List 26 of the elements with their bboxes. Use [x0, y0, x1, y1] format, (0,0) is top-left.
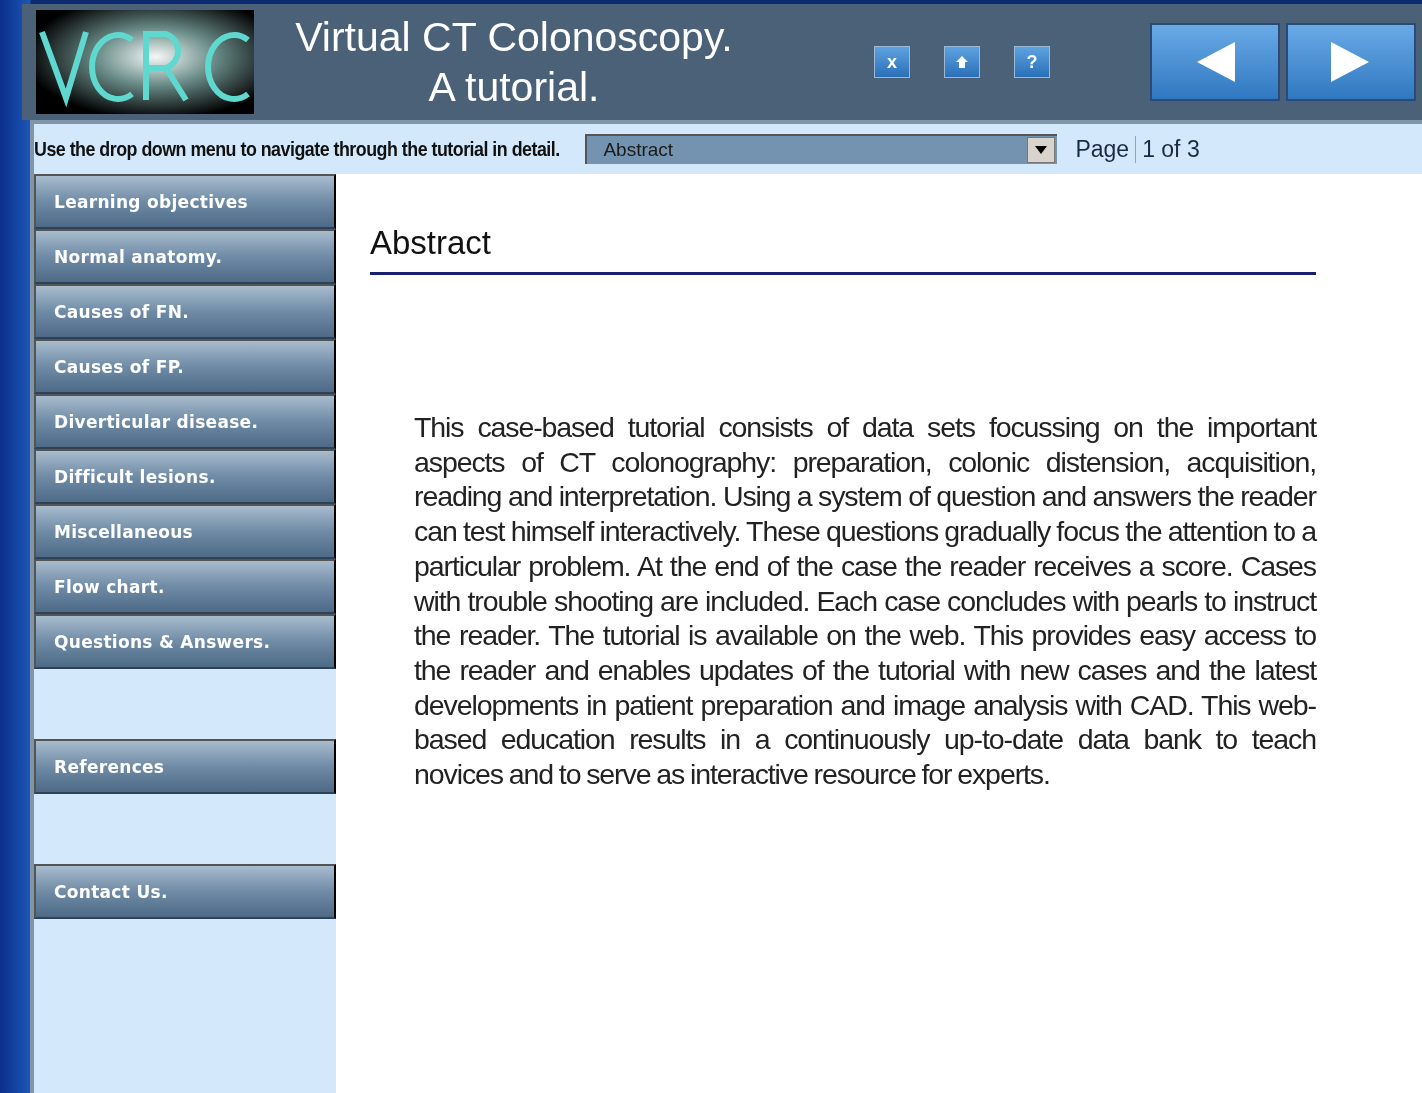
- close-button[interactable]: x: [874, 46, 910, 78]
- section-dropdown[interactable]: Abstract: [585, 134, 1058, 164]
- abstract-paragraph: This case-based tutorial consists of data sets focussing on the important aspects of CT colonography: preparation, colonic distension, acquisition, reading and interpretation. Using a system of question and answers the reader can test himself interactively. These questions gradually focus the attention to a particular problem. At the end of the case the reader receives a score. Cases with trouble shooting are included. Each case concludes with pearls to instruct the reader. The tutorial is available on the web. This provides easy access to the reader and enables updates of the tutorial with new cases and the latest developments in patient preparation and image analysis with CAD. This web-based education results in a continuously up-to-date data bank to teach novices and to serve as interactive resource for experts.: [414, 410, 1316, 792]
- sidebar-item[interactable]: Miscellaneous: [34, 504, 336, 559]
- sidebar-item[interactable]: References: [34, 739, 336, 794]
- title-text: Virtual CT Colonoscopy.: [295, 13, 733, 62]
- page-number: 1 of 3: [1135, 135, 1200, 163]
- sidebar-item[interactable]: Causes of FP.: [34, 339, 336, 394]
- sidebar-item[interactable]: Difficult lesions.: [34, 449, 336, 504]
- sidebar-item[interactable]: Contact Us.: [34, 864, 336, 919]
- sidebar-item[interactable]: Diverticular disease.: [34, 394, 336, 449]
- instruction-text: Use the drop down menu to navigate through the tutorial in detail.: [34, 137, 560, 161]
- sidebar-item[interactable]: Flow chart.: [34, 559, 336, 614]
- help-button[interactable]: ?: [1014, 46, 1050, 78]
- forward-button[interactable]: [1286, 23, 1416, 101]
- sidebar-item[interactable]: Questions & Answers.: [34, 614, 336, 669]
- sidebar-item[interactable]: Causes of FN.: [34, 284, 336, 339]
- subtitle-text: A tutorial.: [428, 63, 600, 112]
- page-heading: Abstract: [370, 224, 1316, 275]
- sidebar-item[interactable]: Normal anatomy.: [34, 229, 336, 284]
- logo-icon: [36, 10, 254, 114]
- home-icon: [955, 55, 969, 69]
- page-label: Page: [1075, 135, 1130, 163]
- back-button[interactable]: [1150, 23, 1280, 101]
- home-button[interactable]: [944, 46, 980, 78]
- sidebar-item[interactable]: Learning objectives: [34, 174, 336, 229]
